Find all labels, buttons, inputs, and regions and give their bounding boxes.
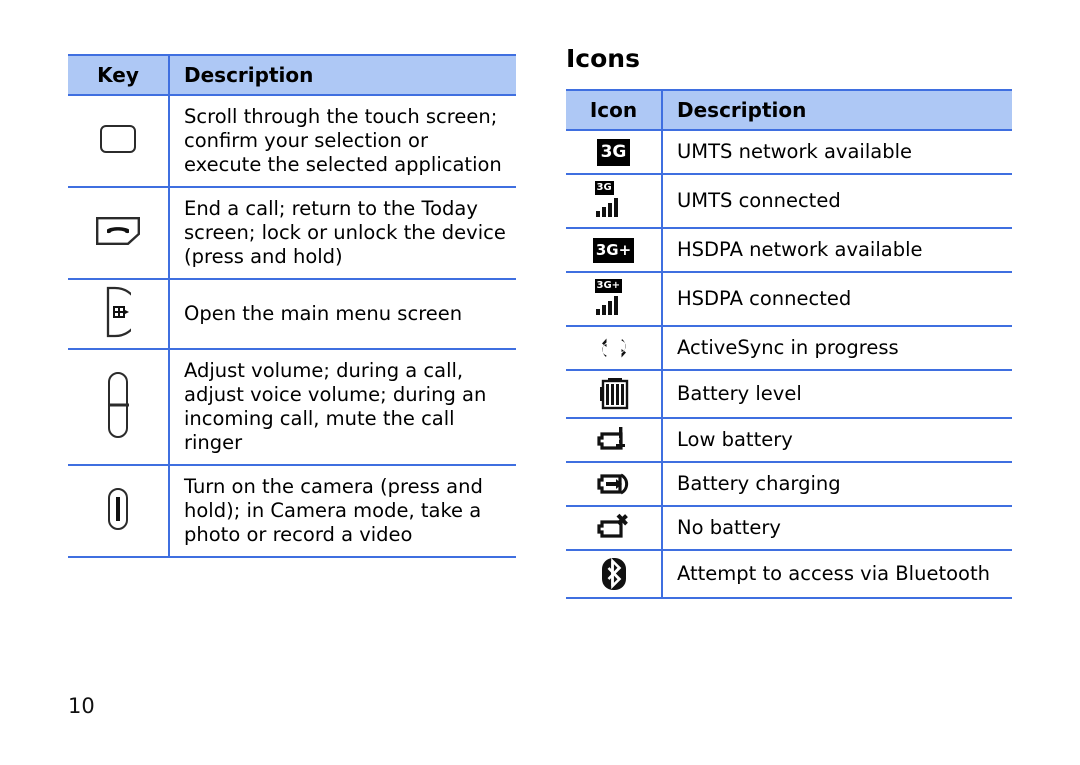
icon-description-umts-available: UMTS network available — [662, 129, 1012, 175]
icon-cell-no-battery — [566, 505, 663, 551]
hsdpa-chip-label: 3G+ — [592, 237, 635, 263]
table-row: Open the main menu screen — [68, 278, 516, 350]
end-call-key-icon — [95, 216, 141, 246]
icon-cell-low-battery — [566, 417, 663, 463]
icon-description-bluetooth: Attempt to access via Bluetooth — [662, 549, 1012, 599]
hsdpa-connected-chip-label: 3G+ — [594, 279, 623, 293]
confirm-key-icon — [100, 125, 136, 153]
volume-key-icon — [108, 372, 128, 438]
activesync-icon — [597, 333, 631, 363]
icon-description-battery-level: Battery level — [662, 369, 1012, 419]
key-cell-end-call — [68, 186, 170, 280]
icon-cell-battery-level — [566, 369, 663, 419]
icon-description-no-battery: No battery — [662, 505, 1012, 551]
icon-description-activesync: ActiveSync in progress — [662, 325, 1012, 371]
key-table: Key Description Scroll through the touch… — [68, 54, 516, 558]
low-battery-icon — [596, 425, 631, 455]
page-number: 10 — [68, 694, 95, 718]
icon-description-battery-charging: Battery charging — [662, 461, 1012, 507]
umts-available-icon: 3G — [596, 138, 631, 166]
icon-cell-hsdpa-available: 3G+ — [566, 227, 663, 273]
key-description-camera: Turn on the camera (press and hold); in … — [169, 464, 516, 558]
umts-connected-icon: 3G — [594, 181, 634, 217]
table-row: Scroll through the touch screen; confirm… — [68, 94, 516, 188]
key-cell-camera — [68, 464, 170, 558]
icon-description-low-battery: Low battery — [662, 417, 1012, 463]
table-row: End a call; return to the Today screen; … — [68, 186, 516, 280]
icon-cell-umts-connected: 3G — [566, 173, 663, 229]
icon-cell-umts-available: 3G — [566, 129, 663, 175]
icon-description-hsdpa-connected: HSDPA connected — [662, 271, 1012, 327]
key-description-main-menu: Open the main menu screen — [169, 278, 516, 350]
table-row: 3G+ HSDPA network available — [566, 227, 1012, 273]
key-description-confirm: Scroll through the touch screen; confirm… — [169, 94, 516, 188]
icon-cell-hsdpa-connected: 3G+ — [566, 271, 663, 327]
bluetooth-icon — [601, 557, 627, 591]
icons-section: Icons Icon Description 3G UMTS network a… — [566, 44, 1012, 599]
key-table-header-row: Key Description — [68, 54, 516, 96]
battery-level-icon — [599, 377, 629, 411]
icon-cell-activesync — [566, 325, 663, 371]
table-row: No battery — [566, 505, 1012, 551]
document-page: Key Description Scroll through the touch… — [0, 0, 1080, 765]
table-row: 3G+ HSDPA connected — [566, 271, 1012, 327]
no-battery-icon — [596, 513, 631, 543]
signal-bars-icon — [595, 197, 618, 217]
hsdpa-available-icon: 3G+ — [592, 237, 635, 263]
icon-description-hsdpa-available: HSDPA network available — [662, 227, 1012, 273]
signal-bars-icon — [595, 295, 618, 315]
key-table-header-description: Description — [169, 54, 516, 96]
key-cell-volume — [68, 348, 170, 466]
icon-cell-bluetooth — [566, 549, 663, 599]
icons-table-header-row: Icon Description — [566, 89, 1012, 131]
key-cell-main-menu — [68, 278, 170, 350]
icons-table-header-description: Description — [662, 89, 1012, 131]
key-description-end-call: End a call; return to the Today screen; … — [169, 186, 516, 280]
key-description-volume: Adjust volume; during a call, adjust voi… — [169, 348, 516, 466]
icon-cell-battery-charging — [566, 461, 663, 507]
key-table-container: Key Description Scroll through the touch… — [68, 54, 516, 558]
table-row: Low battery — [566, 417, 1012, 463]
table-row: Adjust volume; during a call, adjust voi… — [68, 348, 516, 466]
key-cell-confirm — [68, 94, 170, 188]
icons-table-header-icon: Icon — [566, 89, 663, 131]
umts-chip-label: 3G — [596, 138, 631, 166]
table-row: ActiveSync in progress — [566, 325, 1012, 371]
icons-table: Icon Description 3G UMTS network availab… — [566, 89, 1012, 599]
battery-charging-icon — [596, 469, 631, 499]
table-row: 3G UMTS network available — [566, 129, 1012, 175]
umts-connected-chip-label: 3G — [594, 181, 614, 195]
table-row: Turn on the camera (press and hold); in … — [68, 464, 516, 558]
table-row: Battery level — [566, 369, 1012, 419]
table-row: 3G UMTS connected — [566, 173, 1012, 229]
main-menu-key-icon — [105, 286, 131, 338]
page-title: Icons — [566, 44, 640, 73]
hsdpa-connected-icon: 3G+ — [594, 279, 634, 315]
table-row: Attempt to access via Bluetooth — [566, 549, 1012, 599]
camera-key-icon — [108, 488, 128, 530]
icon-description-umts-connected: UMTS connected — [662, 173, 1012, 229]
table-row: Battery charging — [566, 461, 1012, 507]
key-table-header-key: Key — [68, 54, 170, 96]
